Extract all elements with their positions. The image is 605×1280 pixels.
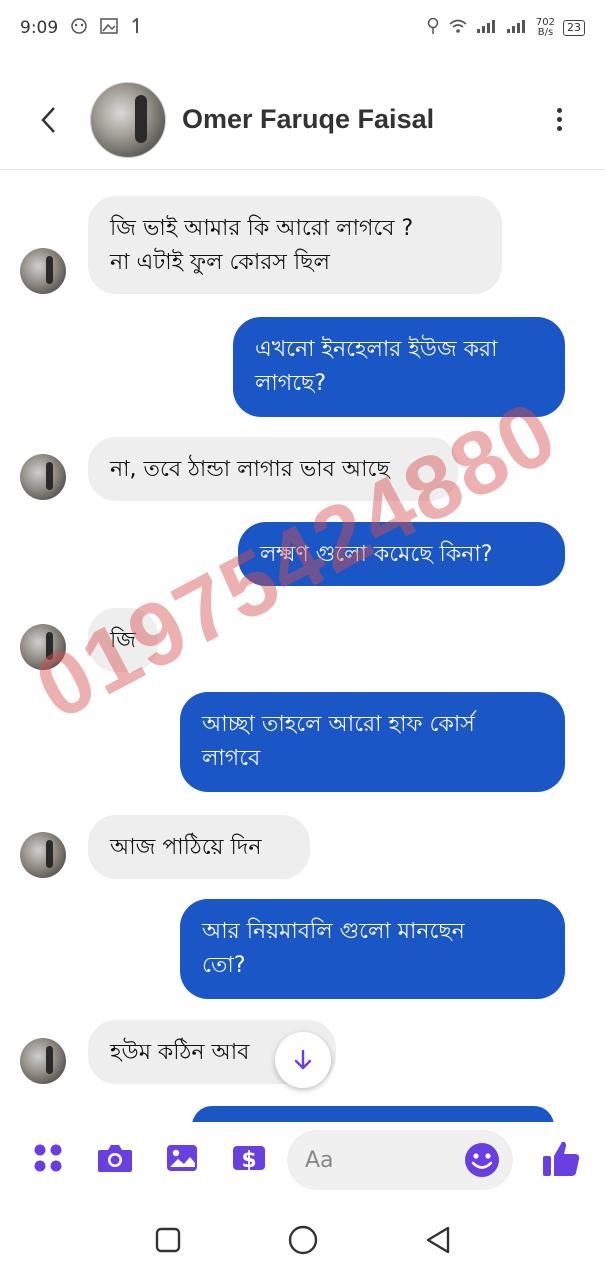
contact-name[interactable]: Omer Faruqe Faisal (182, 104, 434, 135)
signal-icon-1 (476, 18, 498, 38)
camera-button[interactable] (95, 1138, 135, 1178)
message-text: জি ভাই আমার কি আরো লাগবে ? (110, 216, 414, 241)
chevron-left-icon (41, 106, 55, 133)
message-text: আচ্ছা তাহলে আরো হাফ কোর্স (202, 712, 475, 737)
message-text: লাগবে (202, 746, 261, 771)
wifi-icon (448, 18, 468, 38)
incoming-message[interactable]: জি (88, 608, 158, 672)
dollar-icon: $ (233, 1146, 265, 1173)
outgoing-message[interactable]: এখনো ইনহেলার ইউজ করা লাগছে? (233, 317, 565, 417)
outgoing-message[interactable]: আচ্ছা তাহলে আরো হাফ কোর্স লাগবে (180, 692, 565, 792)
image-icon (167, 1145, 197, 1171)
face-icon (70, 17, 88, 39)
recents-button[interactable] (148, 1220, 188, 1260)
square-icon (155, 1227, 180, 1253)
scroll-to-bottom-button[interactable] (275, 1032, 331, 1088)
outgoing-message[interactable]: আর নিয়মাবলি গুলো মানছেন তো? (180, 899, 565, 999)
message-text: লাগছে? (255, 371, 327, 396)
svg-text:$: $ (241, 1148, 256, 1173)
battery-indicator: 23 (563, 20, 585, 36)
message-input-container[interactable] (287, 1130, 513, 1190)
like-button[interactable] (540, 1138, 582, 1180)
payment-button[interactable]: $ (229, 1138, 269, 1178)
message-composer: $ (0, 1122, 605, 1194)
message-text: তো? (202, 953, 246, 978)
menu-button[interactable] (28, 1138, 68, 1178)
triangle-back-icon (426, 1226, 449, 1254)
message-text: এখনো ইনহেলার ইউজ করা (255, 337, 498, 362)
incoming-message[interactable]: জি ভাই আমার কি আরো লাগবে ? না এটাই ফুল ক… (88, 196, 502, 294)
outgoing-message-partial[interactable] (192, 1106, 554, 1122)
gallery-button[interactable] (162, 1138, 202, 1178)
chat-header: Omer Faruqe Faisal (0, 70, 605, 170)
message-text: আজ পাঠিয়ে দিন (110, 835, 262, 860)
back-button[interactable] (28, 100, 68, 140)
more-options-button[interactable] (549, 108, 569, 131)
status-bar: 9:09 702 B/s 23 (0, 0, 605, 56)
net-speed-unit: B/s (537, 27, 554, 38)
home-button[interactable] (283, 1220, 323, 1260)
circle-icon (288, 1225, 317, 1255)
message-text: জি (110, 628, 136, 653)
sender-avatar (20, 454, 66, 500)
back-nav-button[interactable] (418, 1220, 458, 1260)
thumbs-up-icon (543, 1141, 580, 1176)
location-icon (426, 17, 440, 39)
net-speed: 702 B/s (536, 18, 555, 38)
message-text: লক্ষ্মণ গুলো কমেছে কিনা? (260, 542, 493, 567)
message-input[interactable] (305, 1147, 455, 1173)
outgoing-message[interactable]: লক্ষ্মণ গুলো কমেছে কিনা? (238, 522, 565, 586)
camera-icon (98, 1145, 132, 1172)
incoming-message[interactable]: না, তবে ঠান্ডা লাগার ভাব আছে (88, 437, 458, 501)
status-time: 9:09 (20, 18, 59, 38)
smiley-icon (465, 1143, 499, 1177)
message-list[interactable]: জি ভাই আমার কি আরো লাগবে ? না এটাই ফুল ক… (0, 172, 605, 1122)
status-right: 702 B/s 23 (426, 17, 585, 39)
message-text: আর নিয়মাবলি গুলো মানছেন (202, 919, 465, 944)
contact-avatar[interactable] (90, 81, 166, 158)
message-text: না এটাই ফুল কোরস ছিল (110, 250, 330, 275)
system-navigation-bar (0, 1200, 605, 1280)
one-icon (130, 16, 142, 39)
signal-icon-2 (506, 18, 528, 38)
incoming-message[interactable]: আজ পাঠিয়ে দিন (88, 815, 310, 879)
sender-avatar (20, 248, 66, 294)
sender-avatar (20, 624, 66, 670)
emoji-button[interactable] (463, 1141, 501, 1179)
arrow-down-icon (294, 1049, 312, 1070)
status-left: 9:09 (20, 16, 142, 39)
message-text: না, তবে ঠান্ডা লাগার ভাব আছে (110, 457, 390, 482)
sender-avatar (20, 1038, 66, 1084)
sender-avatar (20, 832, 66, 878)
image-icon (100, 17, 118, 39)
four-dots-icon (34, 1144, 62, 1172)
